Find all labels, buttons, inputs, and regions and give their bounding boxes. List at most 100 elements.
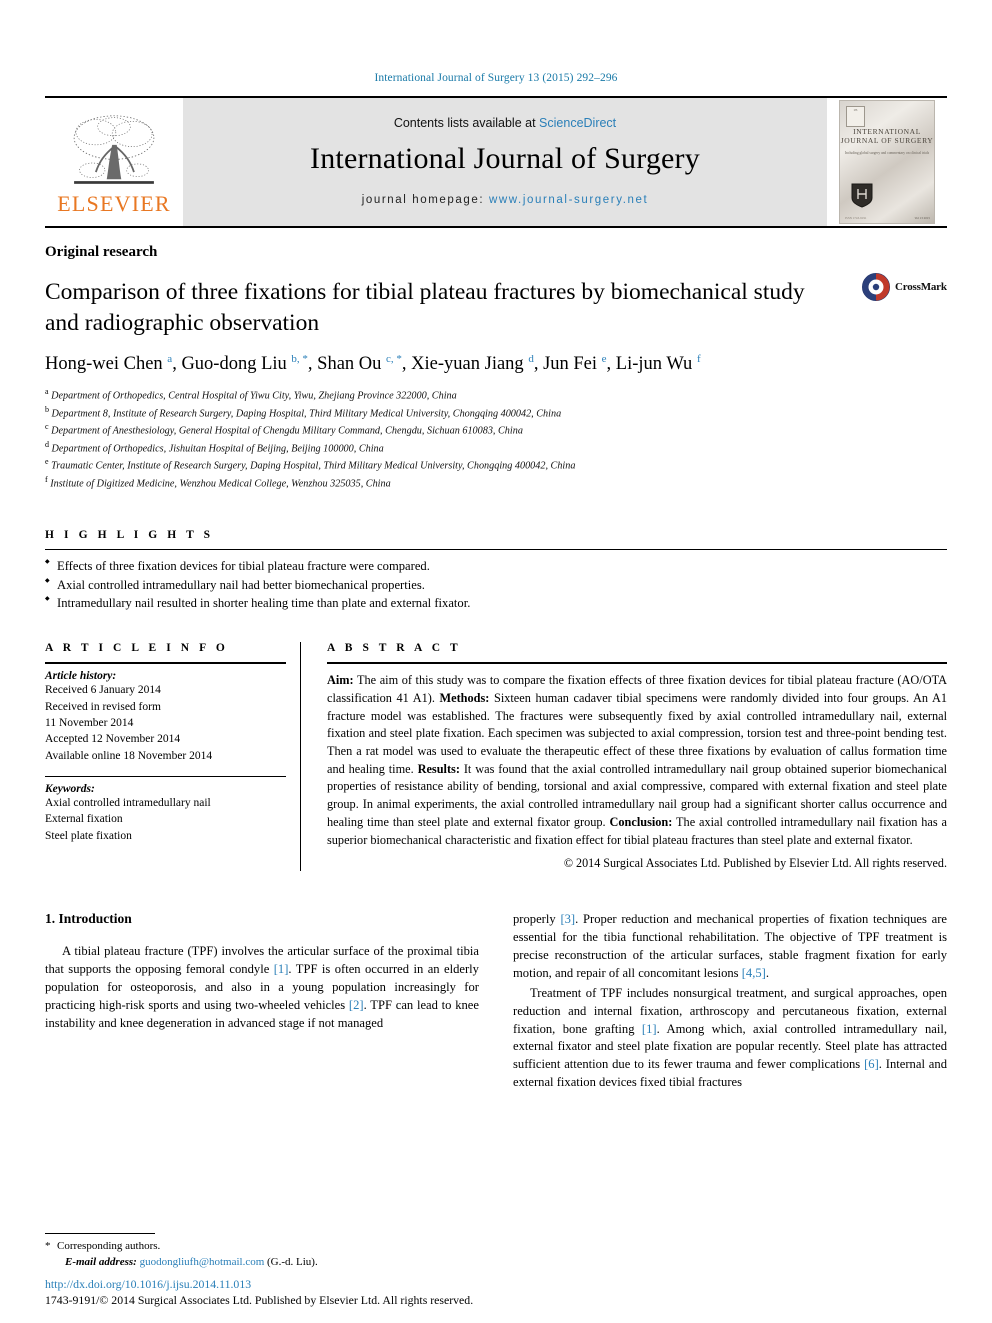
affiliation-text-f: Institute of Digitized Medicine, Wenzhou… <box>50 478 391 490</box>
article-info-column: A R T I C L E I N F O Article history: R… <box>45 642 301 872</box>
history-line: Accepted 12 November 2014 <box>45 733 181 746</box>
affiliation-text-d: Department of Orthopedics, Jishuitan Hos… <box>51 443 384 455</box>
body-paragraph: Treatment of TPF includes nonsurgical tr… <box>513 985 947 1090</box>
publication-footer: http://dx.doi.org/10.1016/j.ijsu.2014.11… <box>45 1276 905 1309</box>
keywords-block: Keywords: Axial controlled intramedullar… <box>45 783 286 844</box>
body-column-left: 1. Introduction A tibial plateau fractur… <box>45 911 479 1094</box>
email-note: E-mail address: guodongliufh@hotmail.com… <box>45 1255 470 1271</box>
crossmark-label: CrossMark <box>895 281 947 293</box>
footnote-divider <box>45 1233 155 1235</box>
abstract-results-label: Results: <box>417 761 460 776</box>
body-columns: 1. Introduction A tibial plateau fractur… <box>45 911 947 1094</box>
body-paragraph: A tibial plateau fracture (TPF) involves… <box>45 944 479 1030</box>
highlights-label: H I G H L I G H T S <box>45 529 214 542</box>
article-page: International Journal of Surgery 13 (201… <box>0 0 992 1323</box>
keywords-label: Keywords: <box>45 782 95 795</box>
contents-available-line: Contents lists available at ScienceDirec… <box>394 116 616 130</box>
affiliation-mark-a: a <box>45 387 49 397</box>
keyword-item: Axial controlled intramedullary nail <box>45 796 211 809</box>
history-line: Received in revised form <box>45 700 161 713</box>
asterisk-icon: * <box>45 1240 51 1253</box>
section-heading-introduction: 1. Introduction <box>45 911 132 927</box>
journal-masthead: ELSEVIER Contents lists available at Sci… <box>45 96 947 228</box>
publisher-logo: ELSEVIER <box>45 98 183 226</box>
highlights-divider <box>45 549 947 551</box>
article-info-label: A R T I C L E I N F O <box>45 642 229 655</box>
cover-footer-right: Vol 13 2015 <box>914 216 930 220</box>
contents-prefix: Contents lists available at <box>393 116 536 130</box>
history-line: Available online 18 November 2014 <box>45 749 213 762</box>
affiliation-mark-c: c <box>45 422 49 432</box>
abstract-aim-label: Aim: <box>327 673 354 688</box>
abstract-copyright: © 2014 Surgical Associates Ltd. Publishe… <box>563 856 947 871</box>
affiliation-mark-b: b <box>45 404 49 414</box>
doi-link[interactable]: http://dx.doi.org/10.1016/j.ijsu.2014.11… <box>45 1276 905 1293</box>
affiliation-c: c Department of Anesthesiology, General … <box>45 421 947 438</box>
article-title: Comparison of three fixations for tibial… <box>45 279 805 336</box>
journal-cover-container: IJS INTERNATIONAL JOURNAL OF SURGERY Inc… <box>827 98 947 226</box>
issn-copyright-line: 1743-9191/© 2014 Surgical Associates Ltd… <box>45 1293 474 1308</box>
author-list: Hong-wei Chen a, Guo-dong Liu b, *, Shan… <box>45 353 701 375</box>
homepage-prefix: journal homepage: <box>361 194 485 206</box>
affiliation-mark-d: d <box>45 439 49 449</box>
abstract-label: A B S T R A C T <box>327 642 462 655</box>
affiliation-e: e Traumatic Center, Institute of Researc… <box>45 456 947 473</box>
body-paragraph: properly [3]. Proper reduction and mecha… <box>513 912 948 980</box>
highlights-list: Effects of three fixation devices for ti… <box>45 557 947 612</box>
article-type-kicker: Original research <box>45 244 158 260</box>
abstract-methods-label: Methods: <box>439 690 490 705</box>
affiliation-f: f Institute of Digitized Medicine, Wenzh… <box>45 474 947 491</box>
journal-homepage-link[interactable]: www.journal-surgery.net <box>489 194 648 206</box>
journal-title: International Journal of Surgery <box>310 142 700 175</box>
crossmark-badge[interactable]: CrossMark <box>861 272 947 302</box>
abstract-text: Aim: The aim of this study was to compar… <box>327 672 947 849</box>
highlight-item: Axial controlled intramedullary nail had… <box>45 576 947 594</box>
affiliation-text-e: Traumatic Center, Institute of Research … <box>51 460 576 472</box>
running-head: International Journal of Surgery 13 (201… <box>374 72 618 84</box>
elsevier-wordmark: ELSEVIER <box>57 190 171 216</box>
crossmark-icon <box>862 273 890 301</box>
affiliation-d: d Department of Orthopedics, Jishuitan H… <box>45 439 947 456</box>
history-line: Received 6 January 2014 <box>45 684 161 697</box>
body-column-right: properly [3]. Proper reduction and mecha… <box>513 911 947 1094</box>
journal-cover-thumbnail: IJS INTERNATIONAL JOURNAL OF SURGERY Inc… <box>839 100 935 224</box>
article-info-rule-mid <box>45 775 286 777</box>
affiliation-list: a Department of Orthopedics, Central Hos… <box>45 386 947 491</box>
footnote-block: * Corresponding authors. E-mail address: … <box>45 1233 470 1271</box>
abstract-column: A B S T R A C T Aim: The aim of this stu… <box>327 642 947 871</box>
sciencedirect-link[interactable]: ScienceDirect <box>539 116 616 130</box>
cover-subtitle: Including global surgery and commentary … <box>844 151 930 155</box>
keyword-item: Steel plate fixation <box>45 829 132 842</box>
affiliation-text-b: Department 8, Institute of Research Surg… <box>51 408 562 420</box>
affiliation-text-c: Department of Anesthesiology, General Ho… <box>51 425 523 437</box>
article-info-rule-top <box>45 662 286 665</box>
highlights-section: H I G H L I G H T S Effects of three fix… <box>45 529 947 612</box>
keyword-item: External fixation <box>45 813 123 826</box>
elsevier-tree-icon <box>73 114 155 184</box>
corresponding-author-text: Corresponding authors. <box>57 1240 161 1253</box>
cover-badge-icon: IJS <box>846 106 865 127</box>
article-header: Original research Comparison of three fi… <box>45 244 947 491</box>
history-line: 11 November 2014 <box>45 716 134 729</box>
highlight-item: Effects of three fixation devices for ti… <box>45 557 947 575</box>
cover-title: INTERNATIONAL JOURNAL OF SURGERY <box>840 127 934 146</box>
email-link[interactable]: guodongliufh@hotmail.com <box>140 1256 265 1268</box>
masthead-center: Contents lists available at ScienceDirec… <box>183 98 827 226</box>
article-history-block: Article history: Received 6 January 2014… <box>45 670 286 764</box>
corresponding-author-note: * Corresponding authors. <box>45 1239 470 1255</box>
email-owner: (G.-d. Liu). <box>267 1256 318 1269</box>
highlight-item: Intramedullary nail resulted in shorter … <box>45 594 947 612</box>
article-history-label: Article history: <box>45 670 117 683</box>
affiliation-mark-e: e <box>45 457 49 467</box>
cover-footer-left: ISSN 1743-9191 <box>845 216 867 220</box>
affiliation-text-a: Department of Orthopedics, Central Hospi… <box>51 390 457 402</box>
affiliation-a: a Department of Orthopedics, Central Hos… <box>45 386 947 403</box>
journal-homepage-line: journal homepage: www.journal-surgery.ne… <box>362 194 649 206</box>
cover-crest-icon <box>851 183 873 208</box>
affiliation-b: b Department 8, Institute of Research Su… <box>45 404 947 421</box>
abstract-rule-top <box>327 662 947 665</box>
abstract-conclusion-label: Conclusion: <box>609 814 673 829</box>
affiliation-mark-f: f <box>45 474 48 484</box>
email-label: E-mail address: <box>65 1256 137 1269</box>
info-abstract-block: A R T I C L E I N F O Article history: R… <box>45 642 947 872</box>
